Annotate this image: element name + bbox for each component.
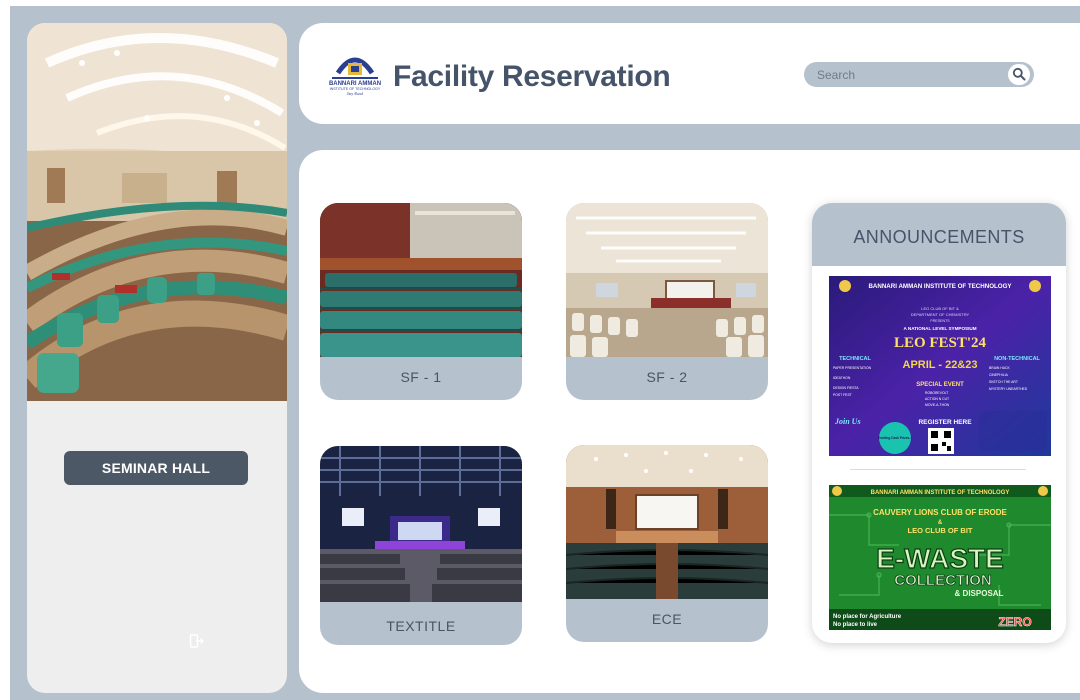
poster1-date: APRIL - 22&23 <box>903 359 978 371</box>
poster1-non-technical: NON-TECHNICAL <box>994 356 1040 362</box>
poster2-headline3: & DISPOSAL <box>955 589 1004 598</box>
facility-card-sf1[interactable]: SF - 1 <box>320 203 522 400</box>
poster1-special-title: SPECIAL EVENT <box>916 382 964 388</box>
facility-card-textitle[interactable]: TEXTITLE <box>320 446 522 645</box>
seminar-hall-photo <box>27 23 287 401</box>
poster1-tech-item: IDEATHON <box>833 376 851 380</box>
poster1-club: LEO CLUB OF BIT & <box>921 306 959 311</box>
poster1-register: REGISTER HERE <box>918 419 972 426</box>
logo-tagline: Stay Ahead <box>347 92 363 96</box>
poster1-technical: TECHNICAL <box>839 356 871 362</box>
facility-photo-sf2 <box>566 203 768 357</box>
poster1-special-item: MOVE-A-THON <box>925 403 950 407</box>
poster1-subtitle: A NATIONAL LEVEL SYMPOSIUM <box>903 326 976 331</box>
facility-photo-textitle <box>320 446 522 602</box>
logo-subtitle: INSTITUTE OF TECHNOLOGY <box>330 87 381 91</box>
poster1-join: Join Us <box>834 417 861 426</box>
announcement-divider <box>850 469 1026 470</box>
facility-label-sf2: SF - 2 <box>646 369 688 385</box>
poster2-headline2: COLLECTION <box>894 572 992 589</box>
poster1-institute: BANNARI AMMAN INSTITUTE OF TECHNOLOGY <box>868 283 1012 290</box>
header: BANNARI AMMAN INSTITUTE OF TECHNOLOGY St… <box>299 23 1080 124</box>
facility-photo-ece <box>566 445 768 599</box>
facility-card-sf2[interactable]: SF - 2 <box>566 203 768 400</box>
main-content: SF - 1 SF - 2 TEXTITLE ECE ANNOUNCEMENTS… <box>299 150 1080 693</box>
search-input[interactable] <box>804 62 1004 87</box>
seminar-hall-illustration <box>27 23 287 401</box>
facility-card-ece[interactable]: ECE <box>566 445 768 642</box>
poster1-nontech-item: SKETCH THE ART <box>989 380 1018 384</box>
search-bar <box>804 62 1034 87</box>
announcement-poster-ewaste[interactable]: BANNARI AMMAN INSTITUTE OF TECHNOLOGY CA… <box>829 485 1051 630</box>
poster1-event: LEO FEST'24 <box>894 335 987 351</box>
announcement-poster-leo-fest[interactable]: BANNARI AMMAN INSTITUTE OF TECHNOLOGY LE… <box>829 276 1051 456</box>
poster2-line3: LEO CLUB OF BIT <box>908 526 973 535</box>
poster2-target: ZERO <box>998 615 1031 629</box>
poster1-dept: DEPARTMENT OF CHEMISTRY <box>911 312 970 317</box>
sidebar: SEMINAR HALL <box>27 23 287 693</box>
poster2-footer1: No place for Agriculture <box>833 614 902 620</box>
poster2-footer2: No place to live <box>833 622 878 628</box>
announcements-panel: ANNOUNCEMENTS BANNARI AMMAN INSTITUTE OF… <box>812 203 1066 643</box>
facility-label-textitle: TEXTITLE <box>386 618 456 634</box>
poster1-presents: PRESENTS <box>930 319 950 323</box>
institute-logo: BANNARI AMMAN INSTITUTE OF TECHNOLOGY St… <box>329 57 381 96</box>
logout-icon[interactable] <box>189 633 205 649</box>
announcements-header: ANNOUNCEMENTS <box>812 203 1066 266</box>
poster1-tech-item: DESIGN FIESTA <box>833 386 859 390</box>
announcements-title: ANNOUNCEMENTS <box>853 227 1025 247</box>
seminar-hall-button[interactable]: SEMINAR HALL <box>64 451 248 485</box>
search-icon <box>1012 67 1026 81</box>
poster2-headline: E-WASTE <box>876 543 1004 574</box>
poster2-line1: CAUVERY LIONS CLUB OF ERODE <box>873 508 1007 517</box>
facility-photo-sf1 <box>320 203 522 357</box>
facility-label-ece: ECE <box>651 611 683 627</box>
poster2-institute: BANNARI AMMAN INSTITUTE OF TECHNOLOGY <box>871 490 1010 496</box>
poster1-nontech-item: BRAIN HACK <box>989 366 1010 370</box>
poster1-nontech-item: MYSTERY UNEARTHED <box>989 387 1028 391</box>
poster1-special-item: ROBOREVOLT <box>925 391 948 395</box>
search-button[interactable] <box>1008 64 1030 85</box>
page-title: Facility Reservation <box>393 60 671 93</box>
facility-label-sf1: SF - 1 <box>400 369 442 385</box>
poster1-tech-item: POST FEST <box>833 393 852 397</box>
poster1-nontech-item: CINEPHILIA <box>989 373 1009 377</box>
poster1-tech-item: PAPER PRESENTATION <box>833 366 872 370</box>
poster1-special-item: ACTION N CUT <box>925 397 949 401</box>
poster1-prize: Exciting Cash Prizes..! <box>878 436 912 440</box>
